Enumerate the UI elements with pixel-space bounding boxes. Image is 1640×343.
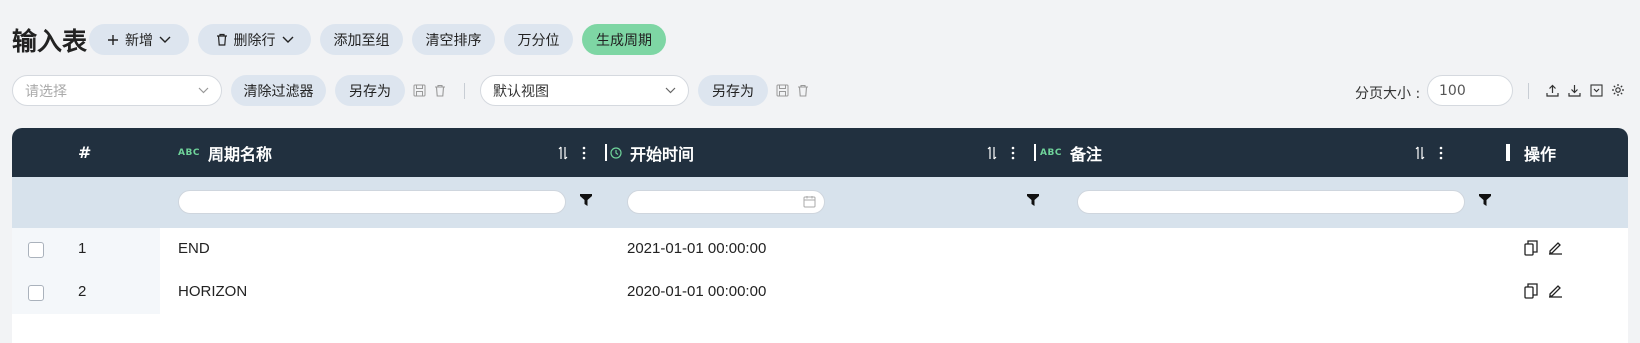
save-icon[interactable] (774, 82, 790, 98)
delete-row-button-label: 删除行 (233, 32, 276, 49)
view-save-as-button[interactable]: 另存为 (698, 75, 768, 106)
generate-period-button[interactable]: 生成周期 (582, 24, 666, 55)
start-time-cell: 2021-01-01 00:00:00 (627, 240, 767, 257)
page-title: 输入表 (12, 27, 88, 56)
more-vertical-icon[interactable] (582, 144, 586, 161)
text-type-icon: ABC (178, 147, 200, 158)
edit-icon[interactable] (1548, 240, 1563, 255)
column-resize-handle[interactable] (605, 144, 607, 161)
table-row[interactable]: 2 HORIZON 2020-01-01 00:00:00 (12, 271, 1628, 314)
column-header-actions: 操作 (1524, 144, 1557, 164)
row-checkbox[interactable] (28, 242, 44, 258)
column-header-index: # (78, 143, 92, 162)
view-select-value: 默认视图 (493, 83, 549, 100)
toolbar-divider (464, 83, 465, 99)
save-as-button[interactable]: 另存为 (335, 75, 405, 106)
start-time-cell: 2020-01-01 00:00:00 (627, 283, 767, 300)
clear-filter-button[interactable]: 清除过滤器 (231, 75, 326, 106)
column-resize-handle[interactable] (1034, 144, 1036, 161)
calendar-icon[interactable] (803, 195, 816, 208)
column-header-label: 周期名称 (207, 144, 272, 164)
funnel-icon[interactable] (1027, 194, 1039, 206)
chevron-down-icon (282, 36, 293, 43)
sort-icon[interactable] (1415, 144, 1425, 161)
column-header-period-name[interactable]: ABC 周期名称 (178, 128, 272, 177)
percentile-button[interactable]: 万分位 (504, 24, 573, 55)
text-type-icon: ABC (1040, 147, 1062, 158)
trash-icon[interactable] (795, 82, 811, 98)
delete-row-button[interactable]: 删除行 (198, 24, 311, 55)
page-size-label: 分页大小 : (1355, 86, 1421, 102)
period-name-filter-input[interactable] (178, 190, 566, 214)
toolbar-divider (1528, 83, 1529, 99)
trash-icon (216, 33, 227, 46)
column-resize-handle[interactable] (1506, 144, 1510, 161)
filter-select[interactable]: 请选择 (12, 75, 222, 106)
chevron-down-icon (198, 87, 209, 94)
copy-icon[interactable] (1524, 240, 1538, 256)
column-toggle-icon[interactable] (1588, 82, 1604, 98)
funnel-icon[interactable] (1479, 194, 1491, 206)
clear-sort-button[interactable]: 清空排序 (412, 24, 495, 55)
start-time-filter-input[interactable] (627, 190, 825, 214)
more-vertical-icon[interactable] (1439, 144, 1443, 161)
filter-select-placeholder: 请选择 (25, 83, 67, 100)
plus-icon (108, 34, 118, 45)
column-header-remark[interactable]: ABC 备注 (1040, 128, 1102, 177)
filter-row (12, 177, 1628, 228)
gear-icon[interactable] (1610, 82, 1626, 98)
data-table: # ABC 周期名称 开始时间 ABC 备注 操作 1 END 2021-01-… (12, 128, 1628, 343)
table-header: # ABC 周期名称 开始时间 ABC 备注 操作 (12, 128, 1628, 177)
table-row[interactable]: 1 END 2021-01-01 00:00:00 (12, 228, 1628, 271)
period-name-cell: END (178, 240, 210, 257)
view-select[interactable]: 默认视图 (480, 75, 689, 106)
download-icon[interactable] (1566, 82, 1582, 98)
sort-icon[interactable] (987, 144, 997, 161)
add-button-label: 新增 (125, 32, 153, 49)
edit-icon[interactable] (1548, 283, 1563, 298)
copy-icon[interactable] (1524, 283, 1538, 299)
column-header-label: 开始时间 (630, 144, 695, 164)
column-header-label: 备注 (1069, 144, 1102, 164)
remark-filter-input[interactable] (1077, 190, 1465, 214)
chevron-down-icon (665, 87, 676, 94)
sort-icon[interactable] (558, 144, 568, 161)
add-to-group-button[interactable]: 添加至组 (320, 24, 403, 55)
funnel-icon[interactable] (580, 194, 592, 206)
save-icon[interactable] (411, 82, 427, 98)
trash-icon[interactable] (432, 82, 448, 98)
row-index: 1 (78, 240, 87, 257)
clock-icon (610, 146, 622, 159)
period-name-cell: HORIZON (178, 283, 248, 300)
add-button[interactable]: 新增 (89, 24, 189, 55)
upload-icon[interactable] (1544, 82, 1560, 98)
row-checkbox[interactable] (28, 285, 44, 301)
row-index: 2 (78, 283, 87, 300)
column-header-start-time[interactable]: 开始时间 (610, 128, 694, 177)
page-size-input[interactable]: 100 (1427, 75, 1513, 106)
more-vertical-icon[interactable] (1011, 144, 1015, 161)
chevron-down-icon (159, 36, 171, 43)
